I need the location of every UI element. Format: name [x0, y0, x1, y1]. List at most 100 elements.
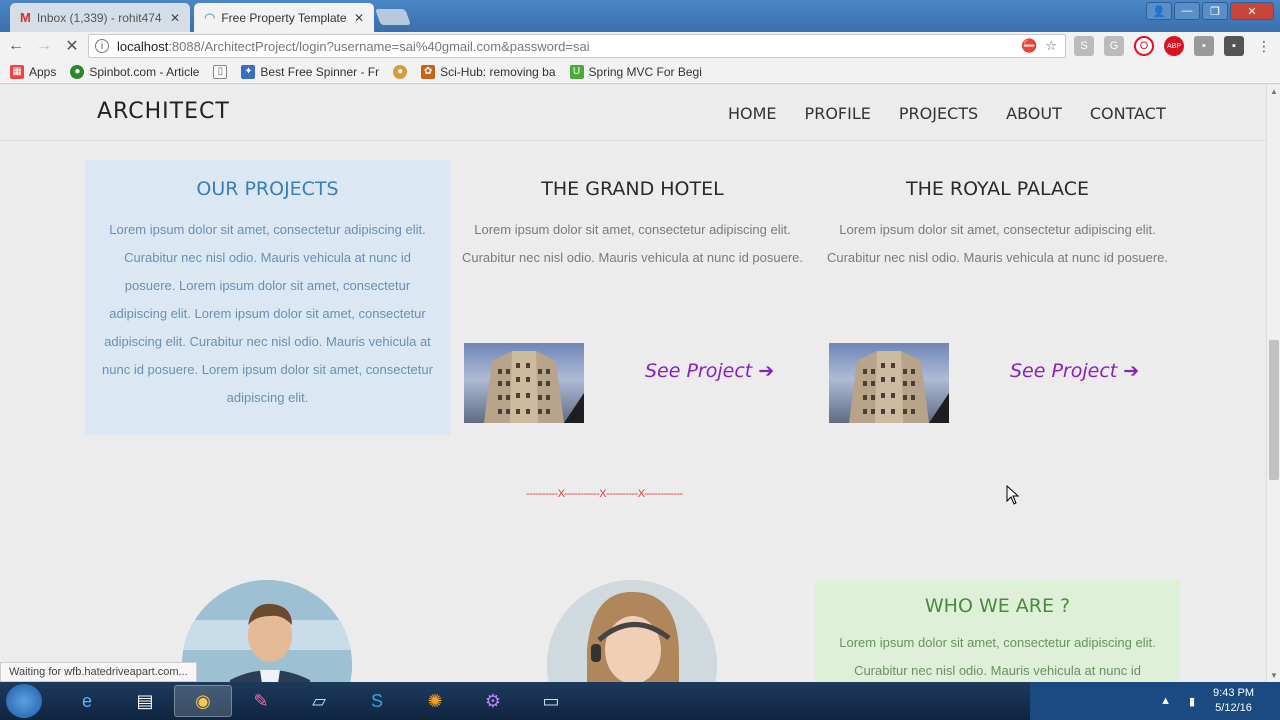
- scroll-up-icon[interactable]: ▲: [1270, 87, 1278, 96]
- project-title: THE ROYAL PALACE: [905, 178, 1089, 200]
- scrollbar-thumb[interactable]: [1269, 340, 1279, 480]
- arrow-right-icon: ➔: [758, 360, 775, 382]
- extension-icon[interactable]: ▪: [1194, 36, 1214, 56]
- scroll-down-icon[interactable]: ▼: [1270, 671, 1278, 680]
- chrome-icon[interactable]: ◉: [174, 685, 232, 717]
- forward-icon[interactable]: →: [32, 34, 56, 58]
- spinner-site-icon: ✦: [241, 64, 256, 79]
- apps-grid-icon: ▦: [10, 64, 24, 79]
- clock-time: 9:43 PM: [1213, 687, 1254, 699]
- google-extension-icon[interactable]: G: [1104, 36, 1124, 56]
- nav-projects[interactable]: PROJECTS: [899, 104, 978, 123]
- skype-extension-icon[interactable]: S: [1074, 36, 1094, 56]
- see-project-link[interactable]: See Project ➔: [1010, 360, 1139, 382]
- bookmark-star-icon[interactable]: ☆: [1045, 38, 1057, 54]
- back-icon[interactable]: ←: [4, 34, 28, 58]
- paint-icon[interactable]: ✎: [232, 685, 290, 717]
- window-controls: 👤 — ❐ ✕: [1146, 2, 1274, 20]
- notepad-icon[interactable]: ▱: [290, 685, 348, 717]
- who-we-are-text: Lorem ipsum dolor sit amet, consectetur …: [839, 635, 1156, 678]
- nav-contact[interactable]: CONTACT: [1090, 104, 1166, 123]
- url-host: localhost: [117, 38, 169, 54]
- our-projects-text: Lorem ipsum dolor sit amet, consectetur …: [102, 222, 433, 405]
- site-header: ARCHITECT HOME PROFILE PROJECTS ABOUT CO…: [0, 85, 1266, 141]
- project-thumbnail[interactable]: [464, 343, 584, 423]
- gmail-icon: M: [20, 10, 31, 25]
- close-icon[interactable]: ✕: [170, 11, 180, 25]
- who-we-are-title: WHO WE ARE ?: [924, 595, 1071, 617]
- tab-label: Free Property Template: [221, 10, 347, 25]
- battery-icon[interactable]: ▮: [1189, 695, 1195, 708]
- our-projects-box: OUR PROJECTS Lorem ipsum dolor sit amet,…: [85, 160, 450, 435]
- bookmark-sci-hub[interactable]: ✿ Sci-Hub: removing ba: [421, 64, 556, 79]
- bookmark-best-free-spinner[interactable]: ✦ Best Free Spinner - Fr: [241, 64, 379, 79]
- tray-expand-icon[interactable]: ▲: [1160, 695, 1171, 707]
- menu-icon[interactable]: ⋮: [1254, 36, 1274, 56]
- page-icon: ▯: [213, 64, 228, 79]
- nav-home[interactable]: HOME: [728, 104, 777, 123]
- cookie-icon: ●: [393, 64, 408, 79]
- bookmark-cookie[interactable]: ●: [393, 64, 408, 79]
- adblock-extension-icon[interactable]: ABP: [1164, 36, 1184, 56]
- sci-hub-icon: ✿: [421, 64, 436, 79]
- bookmark-apps[interactable]: ▦ Apps: [10, 64, 56, 79]
- our-projects-title: OUR PROJECTS: [196, 178, 339, 200]
- building-image: [484, 351, 584, 423]
- see-project-link[interactable]: See Project ➔: [645, 360, 774, 382]
- bookmarks-bar: ▦ Apps ● Spinbot.com - Article ▯ ✦ Best Fre…: [0, 60, 1280, 84]
- mouse-cursor-icon: [1006, 485, 1020, 505]
- maximize-icon[interactable]: ❐: [1202, 2, 1228, 20]
- app-icon[interactable]: ✺: [406, 685, 464, 717]
- menu-extension-icon[interactable]: ▪: [1224, 36, 1244, 56]
- arrow-right-icon: ➔: [1123, 360, 1140, 382]
- web-page: ARCHITECT HOME PROFILE PROJECTS ABOUT CO…: [0, 85, 1266, 682]
- site-logo[interactable]: ARCHITECT: [97, 99, 230, 124]
- browser-toolbar: ← → ✕ i localhost:8088/ArchitectProject/…: [0, 32, 1280, 60]
- close-window-icon[interactable]: ✕: [1230, 2, 1274, 20]
- eclipse-ide-icon[interactable]: ⚙: [464, 685, 522, 717]
- bookmark-spinbot[interactable]: ● Spinbot.com - Article: [70, 64, 199, 79]
- avatar-businessman: [182, 580, 352, 682]
- address-bar[interactable]: i localhost:8088/ArchitectProject/login?…: [88, 34, 1066, 58]
- project-thumbnail[interactable]: [829, 343, 949, 423]
- nav-profile[interactable]: PROFILE: [805, 104, 871, 123]
- blocked-content-icon[interactable]: ⛔: [1021, 38, 1037, 54]
- project-grand-hotel: THE GRAND HOTEL Lorem ipsum dolor sit am…: [460, 160, 805, 423]
- tab-inbox[interactable]: M Inbox (1,339) - rohit474 ✕: [10, 3, 190, 32]
- sql-console-icon[interactable]: ▭: [522, 685, 580, 717]
- browser-titlebar: M Inbox (1,339) - rohit474 ✕ ◠ Free Prop…: [0, 0, 1280, 32]
- who-we-are-box: WHO WE ARE ? Lorem ipsum dolor sit amet,…: [815, 580, 1180, 682]
- close-icon[interactable]: ✕: [354, 11, 364, 25]
- clock[interactable]: 9:43 PM 5/12/16: [1213, 686, 1254, 716]
- info-icon[interactable]: i: [95, 39, 109, 53]
- url-path: :8088/ArchitectProject/login?username=sa…: [168, 38, 590, 54]
- system-tray: ▲ ▮ 9:43 PM 5/12/16: [1030, 682, 1280, 720]
- start-button[interactable]: [6, 684, 42, 718]
- project-title: THE GRAND HOTEL: [541, 178, 724, 200]
- tab-free-property-template[interactable]: ◠ Free Property Template ✕: [194, 3, 374, 32]
- project-royal-palace: THE ROYAL PALACE Lorem ipsum dolor sit a…: [825, 160, 1170, 423]
- extension-icons: S G O ABP ▪ ▪ ⋮: [1074, 36, 1274, 56]
- stop-icon[interactable]: ✕: [60, 34, 84, 58]
- spinbot-icon: ●: [70, 64, 85, 79]
- loading-icon: ◠: [204, 9, 216, 25]
- opera-extension-icon[interactable]: O: [1134, 36, 1154, 56]
- avatar-support-agent: [547, 580, 717, 682]
- new-tab-button[interactable]: [375, 9, 411, 25]
- bookmark-page[interactable]: ▯: [213, 64, 228, 79]
- minimize-icon[interactable]: —: [1174, 2, 1200, 20]
- nav-about[interactable]: ABOUT: [1006, 104, 1062, 123]
- clock-date: 5/12/16: [1215, 702, 1252, 714]
- skype-icon[interactable]: S: [348, 685, 406, 717]
- page-scrollbar[interactable]: ▲ ▼: [1266, 85, 1280, 682]
- main-nav: HOME PROFILE PROJECTS ABOUT CONTACT: [728, 104, 1166, 123]
- file-explorer-icon[interactable]: ▤: [116, 685, 174, 717]
- project-text: Lorem ipsum dolor sit amet, consectetur …: [461, 222, 804, 265]
- udemy-icon: U: [569, 64, 584, 79]
- windows-taskbar: e ▤ ◉ ✎ ▱ S ✺ ⚙ ▭ ▲ ▮ 9:43 PM 5/12/16: [0, 682, 1280, 720]
- status-bar: Waiting for wfb.hatedriveapart.com...: [0, 662, 197, 682]
- bookmark-spring-mvc[interactable]: U Spring MVC For Begi: [569, 64, 702, 79]
- taskbar-apps: e ▤ ◉ ✎ ▱ S ✺ ⚙ ▭: [58, 685, 580, 717]
- internet-explorer-icon[interactable]: e: [58, 685, 116, 717]
- user-icon[interactable]: 👤: [1146, 2, 1172, 20]
